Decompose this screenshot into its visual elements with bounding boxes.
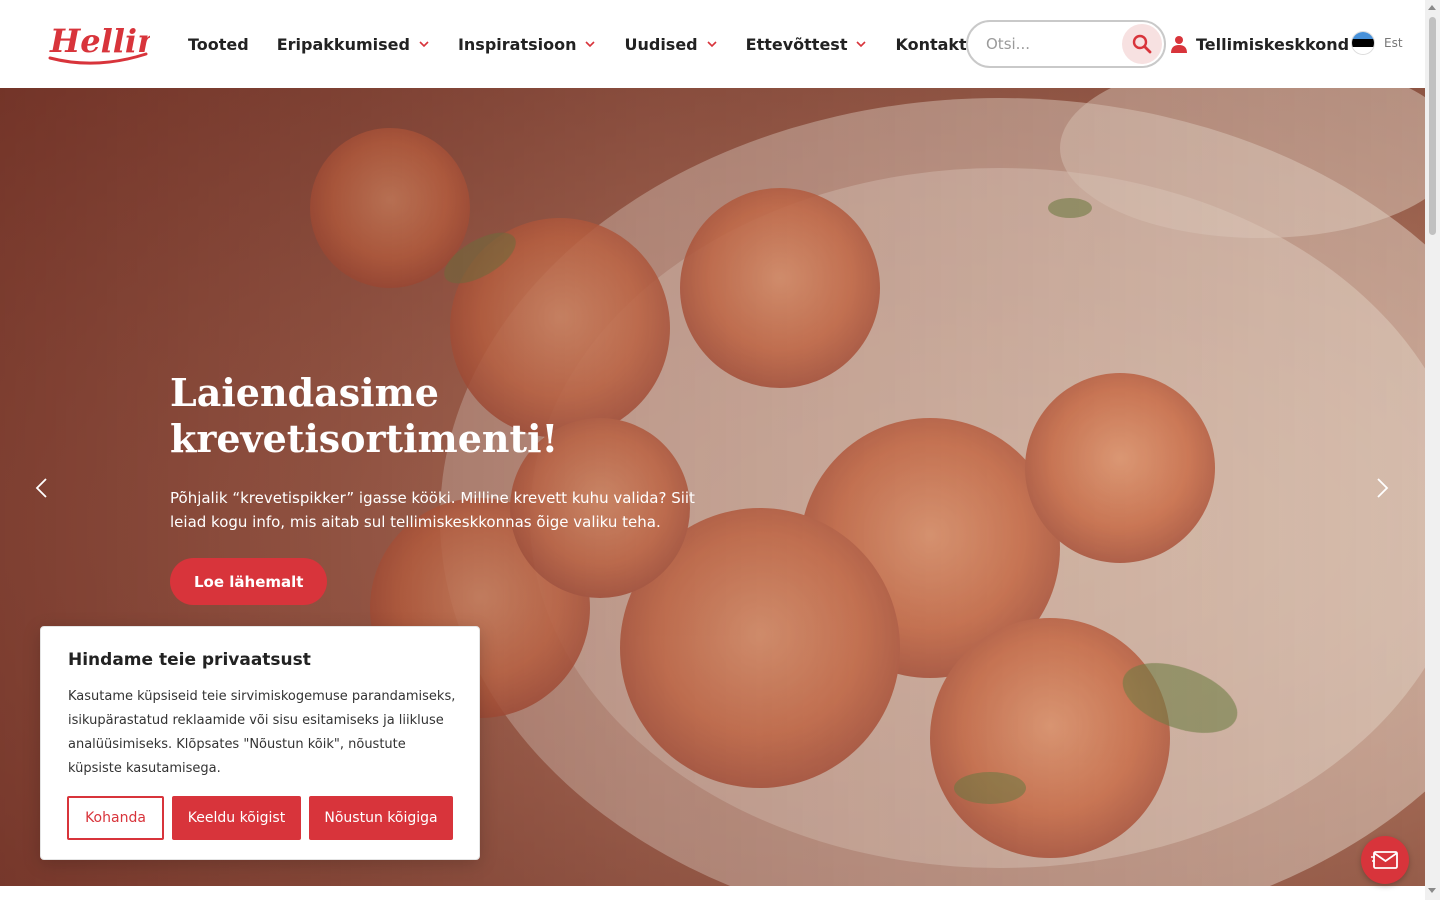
nav-item-label: Inspiratsioon [457,34,577,54]
accept-all-button[interactable]: Nõustun kõigiga [309,796,453,840]
scroll-up-arrow[interactable] [1428,5,1436,10]
nav-item-tooted[interactable]: Tooted [188,35,249,54]
account-label: Tellimiskeskkond [1196,34,1350,54]
site-header: Hellin Tooted Eripakkumised Inspiratsioo… [0,0,1425,88]
nav-item-ettevottest[interactable]: Ettevõttest [746,35,868,54]
cookie-title: Hindame teie privaatsust [68,650,311,670]
nav-item-inspiratsioon[interactable]: Inspiratsioon [458,35,597,54]
scroll-thumb[interactable] [1429,17,1436,235]
nav-item-kontakt[interactable]: Kontakt [895,35,966,54]
cookie-consent-dialog: Hindame teie privaatsust Kasutame küpsis… [40,626,480,860]
contact-button[interactable] [1361,836,1409,884]
user-icon [1171,36,1187,53]
account-link[interactable]: Tellimiskeskkond [1170,0,1349,88]
chevron-right-icon[interactable] [1370,476,1394,500]
hellin-logo[interactable]: Hellin [46,18,160,70]
reject-all-button[interactable]: Keeldu kõigist [172,796,301,840]
nav-item-label: Kontakt [895,34,967,54]
page-scrollbar[interactable] [1425,0,1440,900]
main-nav: Tooted Eripakkumised Inspiratsioon Uudis… [188,0,995,88]
chevron-down-icon [856,41,867,48]
language-selector[interactable]: Est [1351,31,1403,55]
read-more-button[interactable]: Loe lähemalt [170,558,328,605]
nav-item-label: Tooted [188,34,249,54]
hero-text: Põhjalik “krevetispikker” igasse kööki. … [170,489,695,531]
nav-item-label: Ettevõttest [745,34,848,54]
chevron-down-icon [419,41,429,48]
language-label: Est [1384,36,1403,50]
search-input[interactable] [986,35,1116,53]
customize-button[interactable]: Kohanda [67,796,164,840]
envelope-icon [1371,851,1398,869]
chevron-down-icon [707,41,717,48]
scroll-down-arrow[interactable] [1428,888,1436,893]
chevron-down-icon [585,41,596,48]
nav-item-label: Uudised [624,34,698,54]
chevron-left-icon[interactable] [30,476,54,500]
search-box [966,20,1166,68]
nav-item-uudised[interactable]: Uudised [624,35,717,54]
svg-text:Hellin: Hellin [49,22,150,60]
cookie-text: Kasutame küpsiseid teie sirvimiskogemuse… [68,689,456,776]
estonian-flag-icon [1351,31,1375,55]
nav-item-eripakkumised[interactable]: Eripakkumised [277,35,430,54]
search-icon [1132,34,1152,54]
nav-item-label: Eripakkumised [276,34,410,54]
search-button[interactable] [1122,24,1162,64]
hero-title: Laiendasime krevetisortimenti! [170,370,559,461]
